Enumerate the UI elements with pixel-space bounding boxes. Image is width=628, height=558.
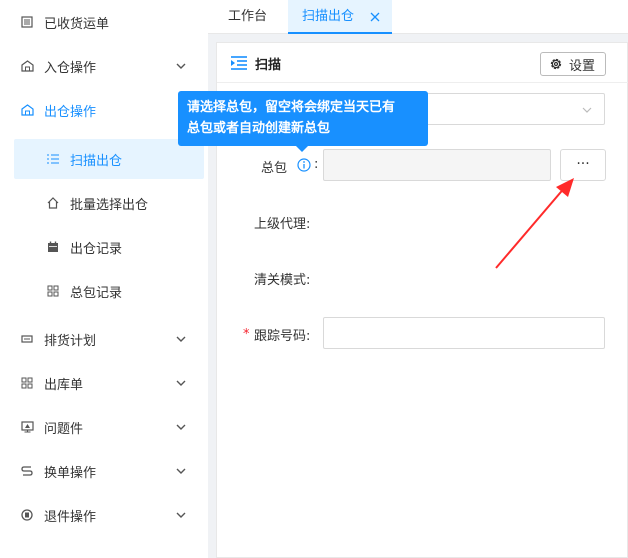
tab-workbench[interactable]: 工作台 [228,0,267,34]
document-list-icon [20,15,34,29]
sidebar-item-received-waybills[interactable]: 已收货运单 [0,2,208,42]
sidebar-subitem-bag-records[interactable]: 总包记录 [14,271,204,311]
tooltip-arrow [296,146,308,152]
agent-label: 上级代理: [254,217,311,232]
settings-label: 设置 [569,58,596,74]
sidebar-item-label: 入仓操作 [44,60,97,76]
warehouse-in-icon [20,59,34,73]
panel-title: 扫描 [255,58,282,73]
sidebar-subitem-label: 总包记录 [70,286,123,301]
tracking-label: 跟踪号码: [254,329,311,344]
sidebar-item-label: 排货计划 [44,333,97,349]
home-icon [46,196,60,210]
sidebar-item-label: 出库单 [44,377,84,393]
app-root: 已收货运单 入仓操作 出仓操作 扫描出仓 批量选择出仓 出仓记录 总包记录 排货… [0,0,628,558]
tab-bar: 工作台 扫描出仓 [208,0,628,34]
sidebar-item-label: 问题件 [44,421,84,437]
monitor-icon [20,420,34,434]
sidebar-item-problem-parcels[interactable]: 问题件 [0,407,208,447]
sidebar-item-shipping-plan[interactable]: 排货计划 [0,319,208,359]
sidebar-item-outbound[interactable]: 出仓操作 [0,90,208,130]
sidebar-item-inbound[interactable]: 入仓操作 [0,46,208,86]
sidebar-item-outbound-orders[interactable]: 出库单 [0,363,208,403]
return-icon [20,508,34,522]
bag-colon: : [314,157,319,172]
close-icon[interactable] [370,12,380,22]
more-button[interactable]: ··· [560,149,606,181]
sidebar-subitem-label: 批量选择出仓 [70,198,149,213]
sidebar-item-label: 退件操作 [44,509,97,525]
sidebar: 已收货运单 入仓操作 出仓操作 扫描出仓 批量选择出仓 出仓记录 总包记录 排货… [0,0,208,558]
bag-tooltip: 请选择总包，留空将会绑定当天已有 总包或者自动创建新总包 [178,91,428,146]
grid-icon [20,376,34,390]
chevron-down-icon [582,107,592,113]
chevron-down-icon [176,512,186,518]
warehouse-out-icon [20,103,34,117]
sidebar-item-returns[interactable]: 退件操作 [0,495,208,535]
tab-label: 扫描出仓 [302,9,355,24]
scan-list-icon [46,152,60,166]
chevron-down-icon [176,468,186,474]
sidebar-item-label: 出仓操作 [44,104,97,120]
chevron-down-icon [176,336,186,342]
bag-input[interactable] [323,149,551,181]
info-icon[interactable] [297,158,311,172]
grid-icon [46,284,60,298]
sidebar-subitem-batch-out[interactable]: 批量选择出仓 [14,183,204,223]
calendar-icon [46,240,60,254]
indent-list-icon [231,56,247,70]
settings-button[interactable]: 设置 [540,52,606,76]
sidebar-item-swap-orders[interactable]: 换单操作 [0,451,208,491]
sidebar-subitem-out-records[interactable]: 出仓记录 [14,227,204,267]
sidebar-item-label: 换单操作 [44,465,97,481]
tooltip-line-2: 总包或者自动创建新总包 [187,121,331,136]
chevron-down-icon [176,424,186,430]
bag-label: 总包 [261,161,288,176]
plan-icon [20,332,34,346]
tooltip-line-1: 请选择总包，留空将会绑定当天已有 [187,100,396,115]
sidebar-item-label: 已收货运单 [44,16,110,32]
sidebar-subitem-scan-out[interactable]: 扫描出仓 [14,139,204,179]
sidebar-subitem-label: 扫描出仓 [70,154,123,169]
tracking-input[interactable] [323,317,605,349]
swap-icon [20,464,34,478]
chevron-down-icon [176,380,186,386]
chevron-down-icon [176,63,186,69]
panel-header: 扫描 设置 [217,43,628,83]
clearance-label: 清关模式: [254,273,311,288]
sidebar-subitem-label: 出仓记录 [70,242,123,257]
tab-scan-out[interactable]: 扫描出仓 [288,0,392,34]
required-mark: * [243,327,250,342]
gear-icon [550,58,562,70]
